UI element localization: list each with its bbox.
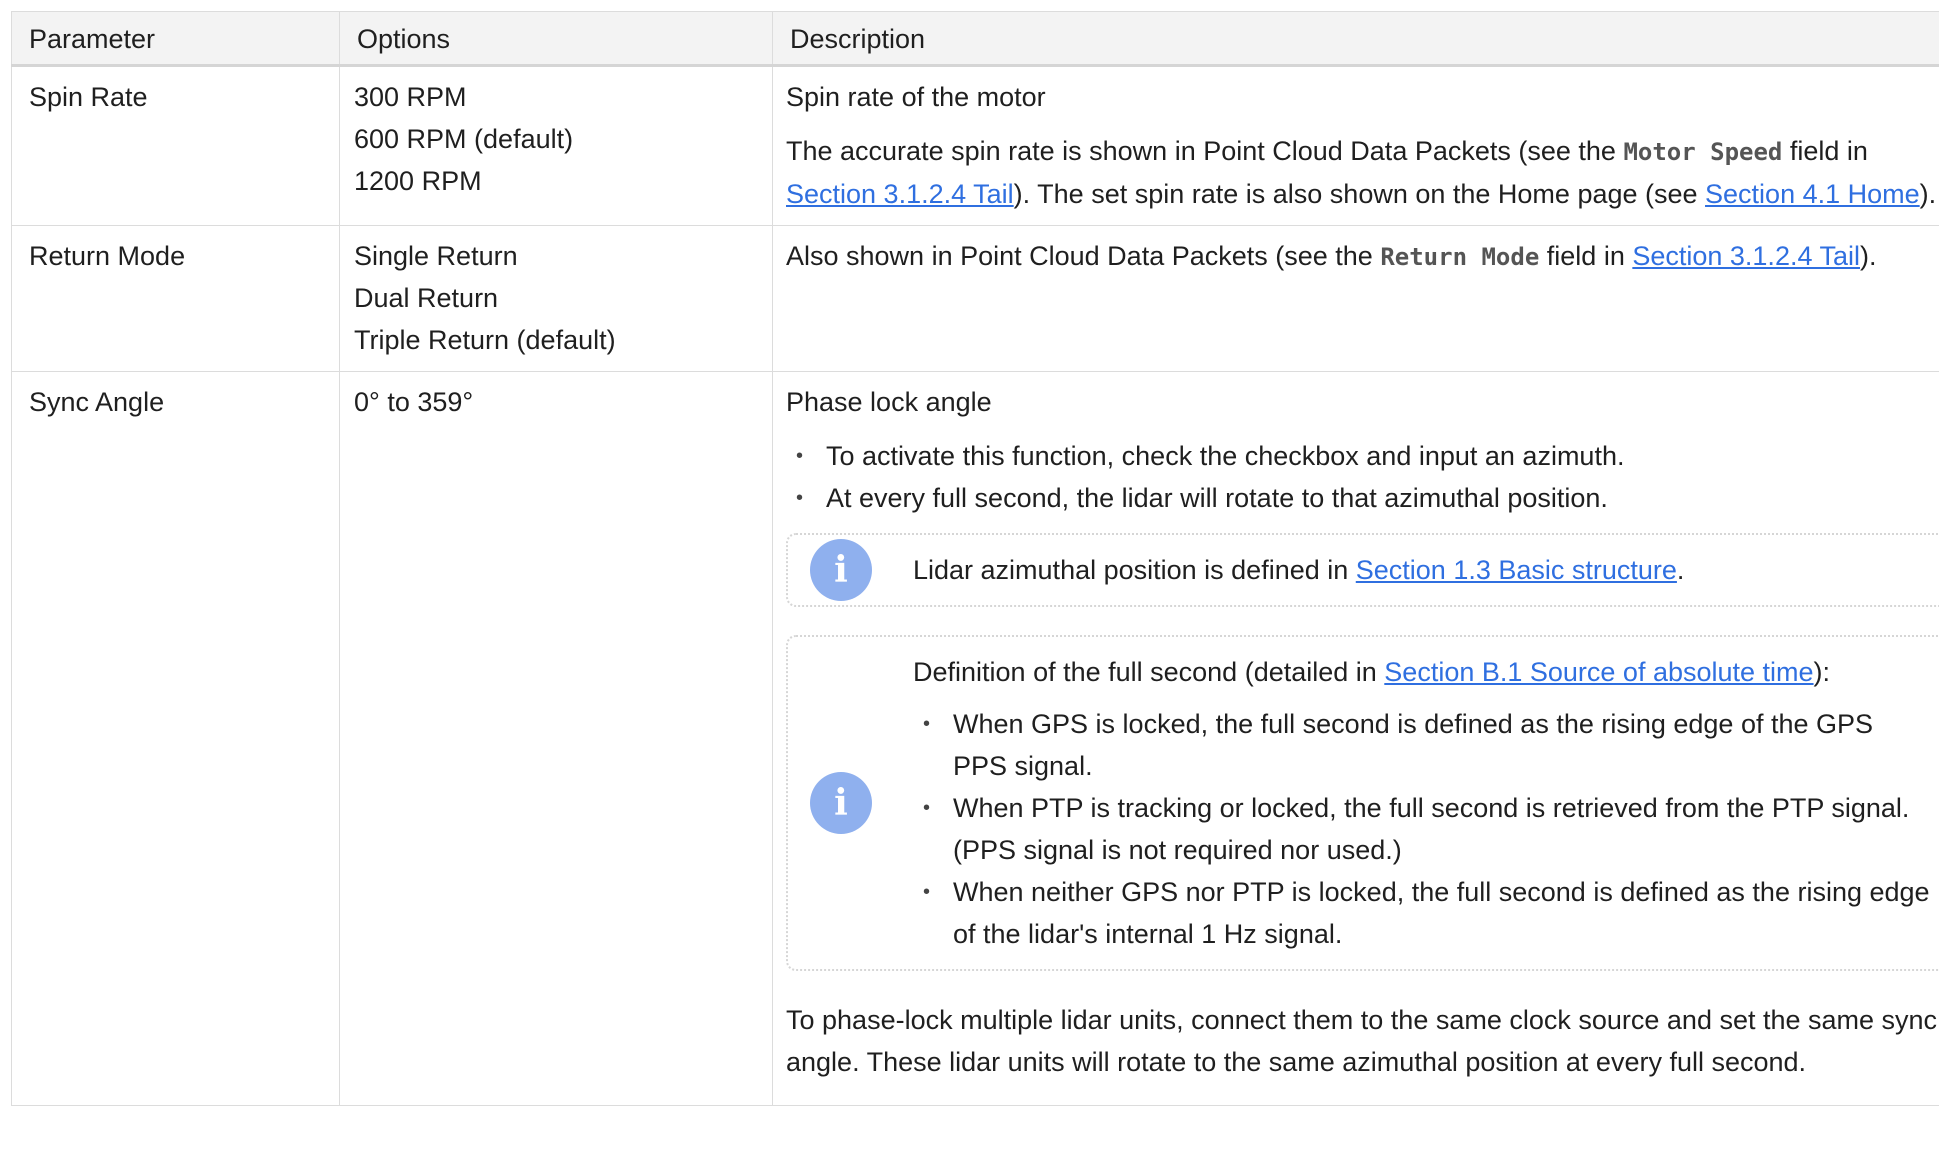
link-section-1-3[interactable]: Section 1.3 Basic structure (1356, 555, 1677, 585)
header-parameter: Parameter (11, 11, 340, 67)
description-cell: Phase lock angle To activate this functi… (772, 371, 1939, 1106)
description-cell: Also shown in Point Cloud Data Packets (… (772, 225, 1939, 372)
description-title: Phase lock angle (786, 387, 992, 417)
option-item: Single Return (354, 241, 518, 271)
table-row: Spin Rate 300 RPM 600 RPM (default) 1200… (11, 65, 1939, 226)
parameter-cell: Return Mode (11, 225, 340, 372)
link-section-3-1-2-4[interactable]: Section 3.1.2.4 Tail (1632, 241, 1860, 271)
parameter-table: Parameter Options Description Spin Rate … (11, 11, 1939, 1106)
link-section-b-1[interactable]: Section B.1 Source of absolute time (1384, 657, 1813, 687)
header-description: Description (772, 11, 1939, 67)
options-cell: Single Return Dual Return Triple Return … (339, 225, 773, 372)
parameter-cell: Spin Rate (11, 65, 340, 226)
list-item: When neither GPS nor PTP is locked, the … (913, 871, 1931, 955)
table-header-row: Parameter Options Description (11, 11, 1939, 67)
option-item: 0° to 359° (354, 387, 474, 417)
description-text: Also shown in Point Cloud Data Packets (… (786, 241, 1877, 271)
bullet-list: When GPS is locked, the full second is d… (913, 703, 1931, 955)
field-code: Motor Speed (1623, 138, 1783, 166)
options-cell: 300 RPM 600 RPM (default) 1200 RPM (339, 65, 773, 226)
option-item: 600 RPM (default) (354, 124, 574, 154)
options-cell: 0° to 359° (339, 371, 773, 1106)
info-note: i Definition of the full second (detaile… (786, 635, 1939, 971)
link-section-4-1[interactable]: Section 4.1 Home (1705, 179, 1920, 209)
description-cell: Spin rate of the motor The accurate spin… (772, 65, 1939, 226)
info-icon: i (810, 772, 872, 834)
list-item: At every full second, the lidar will rot… (786, 477, 1939, 519)
table-row: Return Mode Single Return Dual Return Tr… (11, 225, 1939, 372)
list-item: To activate this function, check the che… (786, 435, 1939, 477)
info-icon: i (810, 539, 872, 601)
bullet-list: To activate this function, check the che… (786, 435, 1939, 519)
header-options: Options (339, 11, 773, 67)
list-item: When GPS is locked, the full second is d… (913, 703, 1931, 787)
note-text: Definition of the full second (detailed … (913, 657, 1831, 687)
option-item: Dual Return (354, 283, 499, 313)
link-section-3-1-2-4[interactable]: Section 3.1.2.4 Tail (786, 179, 1014, 209)
list-item: When PTP is tracking or locked, the full… (913, 787, 1931, 871)
info-note: i Lidar azimuthal position is defined in… (786, 533, 1939, 607)
description-text: The accurate spin rate is shown in Point… (786, 136, 1937, 209)
field-code: Return Mode (1380, 243, 1540, 271)
closing-text: To phase-lock multiple lidar units, conn… (786, 1005, 1938, 1077)
option-item: 1200 RPM (354, 166, 482, 196)
parameter-cell: Sync Angle (11, 371, 340, 1106)
option-item: 300 RPM (354, 82, 467, 112)
option-item: Triple Return (default) (354, 325, 616, 355)
note-text: Lidar azimuthal position is defined in S… (913, 555, 1685, 585)
table-row: Sync Angle 0° to 359° Phase lock angle T… (11, 371, 1939, 1106)
description-title: Spin rate of the motor (786, 82, 1046, 112)
